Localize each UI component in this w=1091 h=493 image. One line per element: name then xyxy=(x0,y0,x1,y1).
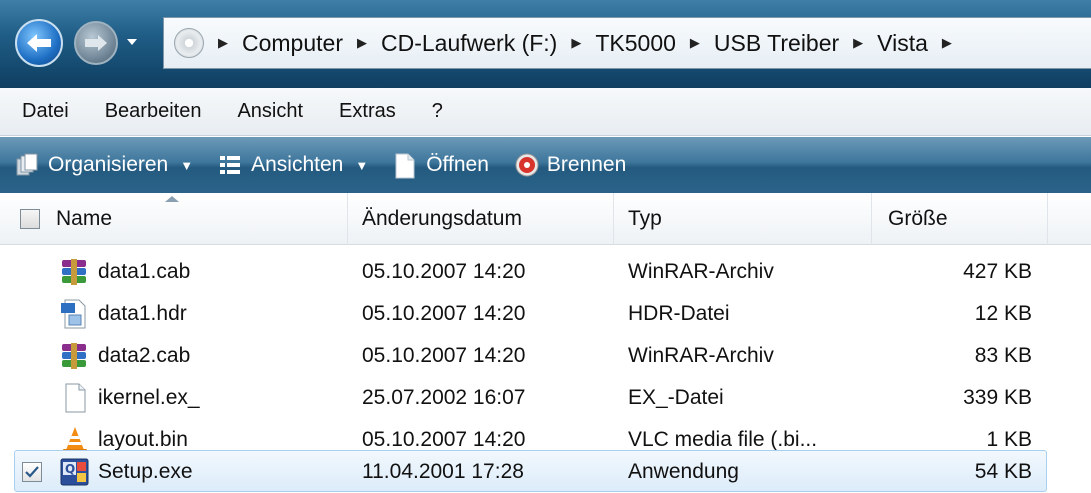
file-row[interactable]: data2.cab 05.10.2007 14:20 WinRAR-Archiv… xyxy=(0,334,1091,378)
breadcrumb-arrow-icon[interactable]: ▶ xyxy=(942,36,952,51)
burn-label: Brennen xyxy=(546,153,627,176)
file-name: Setup.exe xyxy=(98,460,193,483)
file-name-cell: data1.cab xyxy=(60,250,190,294)
views-label: Ansichten xyxy=(251,153,344,176)
burn-disc-icon xyxy=(515,153,539,177)
winrar-archive-icon xyxy=(60,257,90,287)
file-size: 54 KB xyxy=(974,460,1032,483)
open-label: Öffnen xyxy=(426,153,489,176)
history-dropdown-icon[interactable] xyxy=(125,34,139,50)
winrar-archive-icon xyxy=(60,341,90,371)
back-arrow-icon xyxy=(27,34,51,52)
file-name: layout.bin xyxy=(98,428,188,451)
generic-file-icon xyxy=(60,383,90,413)
command-bar: Organisieren ▼ Ansichten ▼ Öffnen Brenne… xyxy=(0,137,1091,193)
breadcrumb-arrow-icon[interactable]: ▶ xyxy=(218,36,228,51)
file-name: ikernel.ex_ xyxy=(98,386,200,409)
file-type: WinRAR-Archiv xyxy=(628,260,774,283)
file-type: WinRAR-Archiv xyxy=(628,344,774,367)
open-button[interactable]: Öffnen xyxy=(394,153,489,179)
menu-datei[interactable]: Datei xyxy=(22,100,69,123)
hdr-file-icon xyxy=(60,299,90,329)
column-header-name[interactable]: Name xyxy=(0,193,348,245)
file-date: 05.10.2007 14:20 xyxy=(362,260,526,283)
file-date: 05.10.2007 14:20 xyxy=(362,344,526,367)
column-type-label: Typ xyxy=(628,207,662,230)
row-checkbox[interactable] xyxy=(22,462,42,482)
file-name-cell: Q Setup.exe xyxy=(60,450,193,493)
file-row[interactable]: data1.hdr 05.10.2007 14:20 HDR-Datei 12 … xyxy=(0,292,1091,336)
cd-drive-icon xyxy=(174,28,204,58)
column-header-size[interactable]: Größe xyxy=(872,193,1048,245)
file-name: data1.cab xyxy=(98,260,191,283)
breadcrumb-label[interactable]: TK5000 xyxy=(595,30,676,57)
file-date: 11.04.2001 17:28 xyxy=(362,460,524,483)
menu-help[interactable]: ? xyxy=(432,100,443,123)
file-name-cell: data2.cab xyxy=(60,334,190,378)
organize-dropdown-icon: ▼ xyxy=(180,157,194,173)
menu-bearbeiten[interactable]: Bearbeiten xyxy=(105,100,202,123)
file-type: EX_-Datei xyxy=(628,386,724,409)
address-toolbar: ▶ Computer ▶ CD-Laufwerk (F:) ▶ TK5000 ▶… xyxy=(0,0,1091,88)
file-size: 339 KB xyxy=(963,386,1032,409)
column-name-label: Name xyxy=(56,207,113,230)
svg-text:Q: Q xyxy=(65,462,75,476)
organize-button[interactable]: Organisieren ▼ xyxy=(16,153,193,177)
file-size: 427 KB xyxy=(963,260,1032,283)
column-header-row: Name Änderungsdatum Typ Größe xyxy=(0,193,1091,245)
document-icon xyxy=(394,153,416,179)
breadcrumb-arrow-icon[interactable]: ▶ xyxy=(357,36,367,51)
breadcrumb-item[interactable]: ▶ TK5000 xyxy=(571,30,690,57)
file-row[interactable]: ikernel.ex_ 25.07.2002 16:07 EX_-Datei 3… xyxy=(0,376,1091,420)
file-name-cell: data1.hdr xyxy=(60,292,187,336)
sort-ascending-icon xyxy=(165,196,179,202)
views-icon xyxy=(219,153,241,177)
file-size: 12 KB xyxy=(974,302,1032,325)
file-row[interactable]: data1.cab 05.10.2007 14:20 WinRAR-Archiv… xyxy=(0,250,1091,294)
breadcrumb-item[interactable]: ▶ CD-Laufwerk (F:) xyxy=(357,30,571,57)
file-type: Anwendung xyxy=(628,460,739,483)
setup-app-icon: Q xyxy=(60,457,90,487)
breadcrumb-label[interactable]: USB Treiber xyxy=(714,30,839,57)
breadcrumb-item[interactable]: ▶ Vista xyxy=(853,30,942,57)
breadcrumb-arrow-icon[interactable]: ▶ xyxy=(571,36,581,51)
menu-ansicht[interactable]: Ansicht xyxy=(237,100,303,123)
views-button[interactable]: Ansichten ▼ xyxy=(219,153,368,177)
breadcrumb-arrow-icon[interactable]: ▶ xyxy=(690,36,700,51)
file-date: 05.10.2007 14:20 xyxy=(362,302,526,325)
breadcrumb: ▶ Computer ▶ CD-Laufwerk (F:) ▶ TK5000 ▶… xyxy=(218,18,966,68)
file-name: data1.hdr xyxy=(98,302,187,325)
breadcrumb-item[interactable]: ▶ xyxy=(942,36,966,51)
file-type: HDR-Datei xyxy=(628,302,730,325)
select-all-checkbox[interactable] xyxy=(20,209,40,229)
file-name-cell: ikernel.ex_ xyxy=(60,376,200,420)
views-dropdown-icon: ▼ xyxy=(355,157,369,173)
breadcrumb-item[interactable]: ▶ USB Treiber xyxy=(690,30,853,57)
menu-extras[interactable]: Extras xyxy=(339,100,396,123)
menu-bar: Datei Bearbeiten Ansicht Extras ? xyxy=(0,88,1091,136)
checkmark-icon xyxy=(25,466,39,478)
forward-arrow-icon xyxy=(85,35,107,51)
file-date: 25.07.2002 16:07 xyxy=(362,386,526,409)
column-size-label: Größe xyxy=(888,207,948,230)
breadcrumb-label[interactable]: Vista xyxy=(877,30,928,57)
column-date-label: Änderungsdatum xyxy=(362,207,522,230)
column-header-type[interactable]: Typ xyxy=(614,193,872,245)
organize-label: Organisieren xyxy=(48,153,169,176)
organize-icon xyxy=(16,153,38,177)
file-name: data2.cab xyxy=(98,344,191,367)
breadcrumb-label[interactable]: CD-Laufwerk (F:) xyxy=(381,30,557,57)
breadcrumb-item[interactable]: ▶ Computer xyxy=(218,30,357,57)
burn-button[interactable]: Brennen xyxy=(515,153,626,177)
breadcrumb-arrow-icon[interactable]: ▶ xyxy=(853,36,863,51)
file-size: 83 KB xyxy=(974,344,1032,367)
address-bar[interactable]: ▶ Computer ▶ CD-Laufwerk (F:) ▶ TK5000 ▶… xyxy=(163,17,1091,69)
breadcrumb-label[interactable]: Computer xyxy=(242,30,343,57)
forward-button[interactable] xyxy=(74,21,118,65)
column-header-date[interactable]: Änderungsdatum xyxy=(348,193,614,245)
file-row[interactable]: Q Setup.exe 11.04.2001 17:28 Anwendung 5… xyxy=(0,450,1091,493)
back-button[interactable] xyxy=(15,19,63,67)
